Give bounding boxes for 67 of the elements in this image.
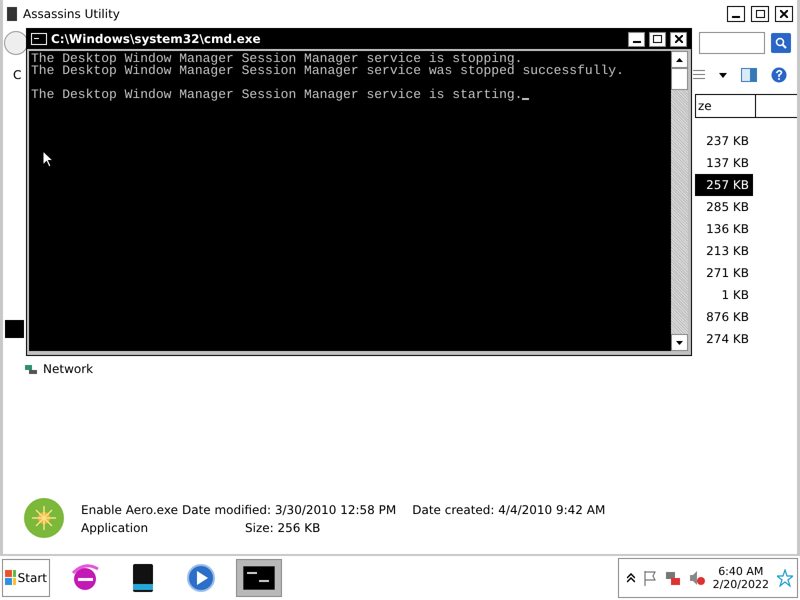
search-field[interactable] [699, 32, 765, 54]
size-cell[interactable]: 137 KB [695, 152, 753, 174]
size-cell[interactable]: 213 KB [695, 240, 753, 262]
size-cell[interactable]: 237 KB [695, 130, 753, 152]
clock-time: 6:40 AM [718, 565, 764, 578]
browser-icon [70, 563, 100, 593]
toolbar-label[interactable]: C [13, 68, 22, 82]
preview-pane-icon[interactable] [741, 68, 757, 82]
text-cursor [522, 98, 530, 100]
search-button[interactable] [771, 33, 791, 53]
maximize-icon [756, 10, 764, 18]
back-button[interactable] [4, 31, 28, 55]
network-icon[interactable] [664, 570, 681, 586]
close-icon [780, 10, 788, 18]
scroll-down-button[interactable] [671, 334, 688, 351]
windows-logo-icon [5, 570, 16, 586]
taskbar-button[interactable] [236, 559, 282, 597]
size-cell[interactable]: 876 KB [695, 306, 753, 328]
star-icon[interactable] [777, 569, 793, 587]
maximize-icon [653, 35, 662, 43]
view-icon[interactable] [693, 70, 705, 80]
date-modified: Date modified: 3/30/2010 12:58 PM [182, 503, 396, 517]
close-button[interactable] [670, 32, 687, 46]
search-icon [775, 37, 787, 49]
network-icon [25, 363, 37, 375]
maximize-button[interactable] [649, 32, 666, 46]
drive-icon [130, 562, 156, 594]
console-icon [31, 33, 47, 45]
size-cell[interactable]: 274 KB [695, 328, 753, 350]
selection-highlight [5, 320, 24, 338]
file-name: Enable Aero.exe [81, 503, 178, 517]
console-line: The Desktop Window Manager Session Manager service is stopping. [31, 53, 522, 65]
scrollbar[interactable] [671, 51, 688, 351]
mouse-pointer-icon [42, 150, 54, 168]
play-icon [186, 563, 216, 593]
window-title: C:\Windows\system32\cmd.exe [51, 32, 262, 46]
minimize-button[interactable] [628, 32, 645, 46]
file-size: Size: 256 KB [245, 521, 320, 535]
file-type: Application [81, 521, 150, 535]
close-button[interactable] [775, 6, 793, 22]
scroll-thumb[interactable] [671, 68, 688, 90]
close-icon [674, 35, 682, 43]
down-arrow-icon [676, 340, 683, 344]
clock-date: 2/20/2022 [712, 578, 769, 591]
size-cell[interactable]: 1 KB [695, 284, 753, 306]
window-title: Assassins Utility [23, 7, 121, 21]
size-cell[interactable]: 285 KB [695, 196, 753, 218]
console-line: The Desktop Window Manager Session Manager service was stopped successfully. [31, 65, 624, 77]
app-icon [7, 7, 17, 21]
console-icon [243, 566, 275, 590]
column-header[interactable]: ze [695, 95, 755, 117]
maximize-button[interactable] [751, 6, 769, 22]
minimize-button[interactable] [727, 6, 745, 22]
caret-icon[interactable] [719, 72, 727, 78]
start-button[interactable]: Start [2, 559, 50, 597]
chevron-icon[interactable] [626, 573, 635, 583]
help-icon[interactable] [771, 67, 787, 83]
up-arrow-icon [676, 58, 683, 62]
flag-icon[interactable] [642, 570, 657, 586]
date-created: Date created: 4/4/2010 9:42 AM [412, 503, 606, 517]
scroll-up-button[interactable] [671, 51, 688, 68]
console-line: The Desktop Window Manager Session Manager service is starting. [31, 89, 522, 101]
size-cell[interactable]: 136 KB [695, 218, 753, 240]
speaker-icon[interactable] [688, 570, 705, 586]
nav-item[interactable]: Network [43, 362, 94, 376]
size-cell[interactable]: 257 KB [695, 174, 753, 196]
size-cell[interactable]: 271 KB [695, 262, 753, 284]
